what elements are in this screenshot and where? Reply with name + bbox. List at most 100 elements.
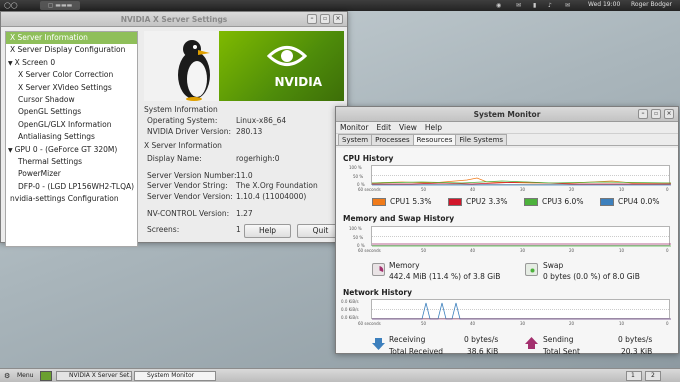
minimize-icon[interactable]: – (638, 109, 648, 119)
tree-item[interactable]: Thermal Settings (6, 156, 137, 168)
taskbar-nvidia[interactable]: NVIDIA X Server Set... (56, 371, 132, 381)
battery-icon[interactable]: ▮ (533, 1, 536, 10)
tree-item[interactable]: OpenGL Settings (6, 106, 137, 118)
minimize-icon[interactable]: – (307, 14, 317, 24)
swap-label: Swap (543, 261, 564, 270)
nvidia-logo-text: NVIDIA (274, 75, 322, 89)
x-tick: 40 (470, 187, 476, 192)
volume-icon[interactable]: ♪ (548, 1, 552, 10)
tree-item-label: GPU 0 - (GeForce GT 320M) (14, 144, 118, 154)
cpu-lines (372, 177, 671, 186)
user-name[interactable]: Roger Bodger (631, 1, 672, 8)
cpu-graph (371, 165, 671, 186)
tree-item[interactable]: X Server Information (6, 32, 137, 45)
mem-heading: Memory and Swap History (343, 214, 455, 223)
tree-item[interactable]: Cursor Shadow (6, 94, 137, 106)
x-tick: 0 (666, 321, 669, 326)
vendor-row: Server Vendor String: The X.Org Foundatio… (144, 181, 344, 192)
nvidia-banner: NVIDIA (144, 31, 344, 101)
taskbar-sysmon[interactable]: System Monitor (134, 371, 216, 381)
tree-item[interactable]: ▼ X Screen 0 (6, 57, 137, 69)
clock[interactable]: Wed 19:00 (588, 1, 620, 8)
nvidia-logo-area: NVIDIA (219, 31, 344, 101)
tree-item-label: PowerMizer (18, 169, 61, 179)
recv-value: 0 bytes/s (464, 335, 499, 344)
cpu-legend-label: CPU2 3.3% (466, 197, 508, 206)
cpu-legend-item[interactable]: CPU1 5.3% (372, 197, 431, 206)
tab[interactable]: Processes (371, 134, 414, 145)
help-button[interactable]: Help (244, 224, 291, 238)
swap-value: 0 bytes (0.0 %) of 8.0 GiB (543, 272, 640, 281)
cpu-legend-label: CPU4 0.0% (618, 197, 660, 206)
net-tick-top: 0.0 KiB/s (341, 299, 359, 304)
tab-bar: System Processes Resources File Systems (336, 134, 678, 146)
network-icon[interactable]: ◉ (496, 1, 501, 10)
show-desktop-icon[interactable] (40, 371, 52, 381)
memory-value: 442.4 MiB (11.4 %) of 3.8 GiB (389, 272, 501, 281)
menu-button[interactable]: Menu (17, 372, 33, 379)
tree-item[interactable]: X Server XVideo Settings (6, 82, 137, 94)
cpu-legend-label: CPU3 6.0% (542, 197, 584, 206)
workspace-1[interactable]: 1 (626, 371, 642, 381)
tree-item-label: Thermal Settings (18, 156, 83, 166)
expand-arrow-icon[interactable]: ▼ (8, 60, 13, 67)
x-tick: 20 (569, 321, 575, 326)
bluetooth-icon[interactable]: ✉ (516, 1, 521, 10)
tree-item[interactable]: nvidia-settings Configuration (6, 193, 137, 205)
menu-icon[interactable]: ⚙ (4, 372, 10, 380)
tree-item[interactable]: DFP-0 - (LGD LP156WH2-TLQA) (6, 181, 137, 193)
tab[interactable]: Resources (412, 134, 457, 145)
tab[interactable]: System (338, 134, 373, 145)
tree-item[interactable]: OpenGL/GLX Information (6, 119, 137, 131)
vendor-label: Server Vendor String: (147, 181, 228, 191)
top-panel: ◯◯ ▢ ▬▬▬ ◉ ✉ ▮ ♪ ✉ Wed 19:00 Roger Bodge… (0, 0, 680, 11)
display-row: Display Name: rogerhigh:0 (144, 154, 344, 165)
menu-item[interactable]: View (399, 122, 417, 133)
tree-item[interactable]: ▼ GPU 0 - (GeForce GT 320M) (6, 144, 137, 156)
tree-item-label: OpenGL/GLX Information (18, 119, 112, 129)
tab[interactable]: File Systems (455, 134, 508, 145)
expand-arrow-icon[interactable]: ▼ (8, 147, 13, 154)
menu-item[interactable]: Edit (377, 122, 392, 133)
tree-item-label: Antialiasing Settings (18, 132, 95, 142)
cpu-heading: CPU History (343, 154, 394, 163)
sysmon-titlebar[interactable]: System Monitor – ▫ × (336, 107, 678, 122)
cpu-legend-item[interactable]: CPU2 3.3% (448, 197, 507, 206)
tree-item-label: Cursor Shadow (18, 94, 75, 104)
x-tick: 50 (421, 187, 427, 192)
sv-label: Server Version Number: (147, 170, 237, 180)
maximize-icon[interactable]: ▫ (651, 109, 661, 119)
vv-label: Server Vendor Version: (147, 191, 233, 201)
cpu-color-swatch[interactable] (372, 197, 386, 206)
cpu-color-swatch[interactable] (524, 197, 538, 206)
receiving-icon (372, 337, 385, 350)
nvidia-titlebar[interactable]: NVIDIA X Server Settings – ▫ × (1, 12, 347, 27)
tree-item[interactable]: X Server Display Configuration (6, 44, 137, 56)
tree-item[interactable]: X Server Color Correction (6, 69, 137, 81)
x-tick: 10 (619, 248, 625, 253)
os-label: Operating System: (147, 116, 218, 125)
settings-tree[interactable]: X Server Information X Server Display Con… (5, 31, 138, 247)
tree-item-label: X Server Display Configuration (10, 45, 126, 55)
tree-item[interactable]: Antialiasing Settings (6, 131, 137, 143)
close-icon[interactable]: × (333, 14, 343, 24)
cpu-legend-label: CPU1 5.3% (390, 197, 432, 206)
menu-item[interactable]: Monitor (340, 122, 369, 133)
mail-icon[interactable]: ✉ (565, 1, 570, 10)
menu-item[interactable]: Help (425, 122, 442, 133)
cpu-legend-item[interactable]: CPU4 0.0% (600, 197, 659, 206)
x-tick: 10 (619, 321, 625, 326)
maximize-icon[interactable]: ▫ (320, 14, 330, 24)
nvc-label: NV-CONTROL Version: (147, 208, 230, 218)
tree-item[interactable]: PowerMizer (6, 168, 137, 180)
tree-item-label: X Server Information (10, 33, 88, 42)
cpu-color-swatch[interactable] (600, 197, 614, 206)
display-value: rogerhigh:0 (236, 154, 280, 164)
panel-logo-icon[interactable]: ◯◯ (4, 1, 17, 10)
panel-app-launcher[interactable]: ▢ ▬▬▬ (40, 1, 80, 10)
cpu-legend-item[interactable]: CPU3 6.0% (524, 197, 583, 206)
x-tick: 30 (520, 248, 526, 253)
cpu-color-swatch[interactable] (448, 197, 462, 206)
close-icon[interactable]: × (664, 109, 674, 119)
workspace-2[interactable]: 2 (645, 371, 661, 381)
